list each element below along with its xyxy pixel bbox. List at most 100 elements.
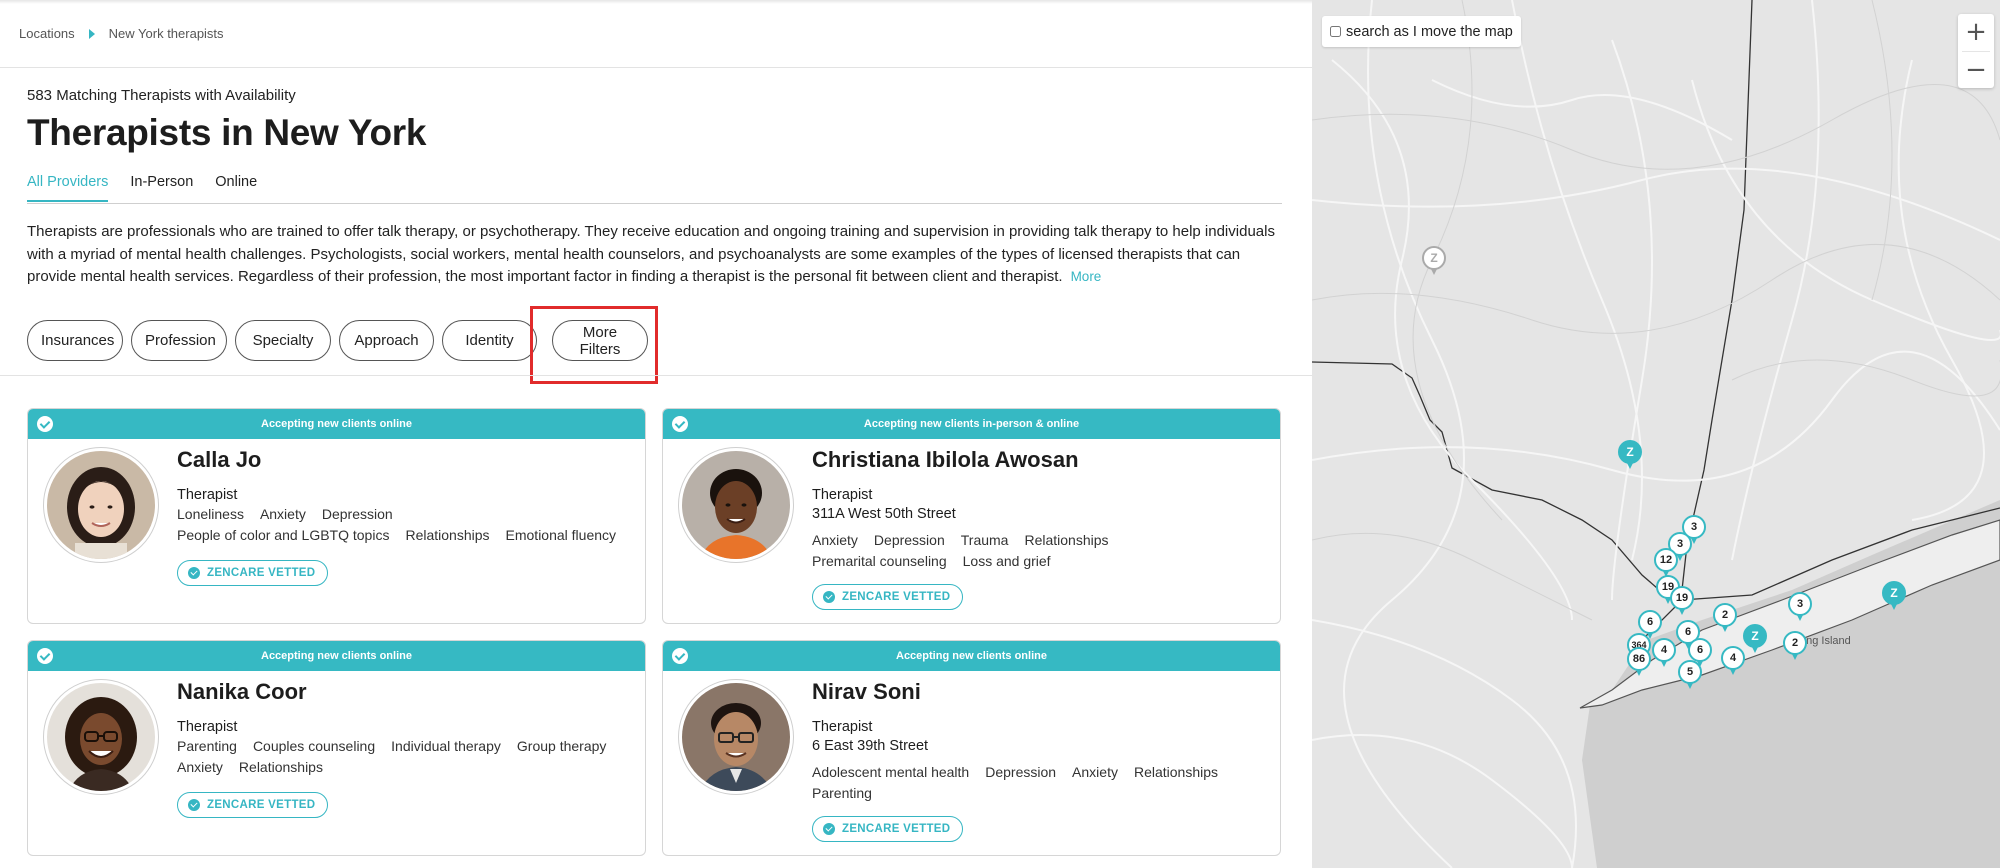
map[interactable]: ong Island search as I move the map + − … [1312,0,2000,868]
specialty-tags: Premarital counseling Loss and grief [812,552,1270,571]
map-marker[interactable]: 6 [1638,610,1662,639]
specialty-tags: Parenting [812,784,1270,803]
map-marker-zencare[interactable]: Z [1882,581,1906,610]
filter-profession-button[interactable]: Profession [131,320,227,361]
map-marker[interactable]: 4 [1721,646,1745,675]
tab-all-providers[interactable]: All Providers [27,174,109,202]
search-as-move-toggle[interactable]: search as I move the map [1322,16,1521,47]
availability-banner: Accepting new clients in-person & online [663,409,1280,439]
filter-specialty-button[interactable]: Specialty [235,320,331,361]
specialty-tags: Adolescent mental health Depression Anxiet… [812,763,1270,782]
divider [0,375,1312,376]
map-marker[interactable]: 6 [1688,638,1712,667]
tab-in-person[interactable]: In-Person [130,174,193,202]
tab-online[interactable]: Online [215,174,257,202]
breadcrumb-locations[interactable]: Locations [19,26,75,41]
page-title: Therapists in New York [27,112,427,153]
tag: Anxiety [812,532,858,548]
tag: Anxiety [259,506,306,522]
vetted-label: ZENCARE VETTED [842,823,951,836]
check-circle-icon [188,567,200,580]
tag: Premarital counseling [812,552,947,569]
tag: Relationships [1024,532,1109,548]
map-marker-zencare[interactable]: Z [1422,246,1446,275]
tag: Depression [321,506,393,522]
filter-insurances-button[interactable]: Insurances [27,320,123,361]
avatar [43,447,159,563]
map-marker[interactable]: 3 [1788,592,1812,621]
tag: Group therapy [516,738,607,754]
filter-identity-button[interactable]: Identity [442,320,537,361]
zoom-in-button[interactable]: + [1958,14,1994,51]
map-marker[interactable]: 12 [1654,548,1678,577]
tag: Relationships [1133,764,1219,780]
zoom-controls: + − [1958,14,1994,88]
provider-role: Therapist [177,719,238,735]
tag: Individual therapy [391,738,501,754]
provider-card-calla-jo[interactable]: Accepting new clients online Calla Jo Th… [27,408,646,624]
vetted-badge: ZENCARE VETTED [812,816,964,843]
check-circle-icon [823,591,835,604]
check-circle-icon [37,648,53,664]
results-count: 583 Matching Therapists with Availabilit… [27,87,296,104]
divider [0,67,1312,68]
avatar [43,679,159,795]
provider-role: Therapist [812,719,873,735]
availability-banner: Accepting new clients online [28,641,645,671]
availability-text: Accepting new clients online [896,650,1047,662]
results-panel: Locations New York therapists 583 Matchi… [0,0,1312,868]
provider-name[interactable]: Calla Jo [177,447,635,475]
specialty-tags: Anxiety Depression Trauma Relationships [812,531,1270,550]
map-marker[interactable]: 2 [1783,631,1807,660]
check-circle-icon [672,416,688,432]
provider-card-nanika-coor[interactable]: Accepting new clients online Nanika Coor… [27,640,646,856]
vetted-badge: ZENCARE VETTED [177,560,329,587]
zoom-out-button[interactable]: − [1958,52,1994,89]
tag: Depression [985,764,1057,780]
tabs-underline [27,203,1282,204]
map-marker[interactable]: 4 [1652,638,1676,667]
provider-name[interactable]: Nirav Soni [812,679,1270,707]
availability-text: Accepting new clients online [261,650,412,662]
availability-banner: Accepting new clients online [28,409,645,439]
vetted-label: ZENCARE VETTED [842,591,951,604]
tag: Parenting [812,784,872,801]
map-marker[interactable]: 19 [1670,586,1694,615]
specialty-tags: Parenting Couples counseling Individual th… [177,737,635,756]
provider-card-nirav-soni[interactable]: Accepting new clients online Nirav Soni … [662,640,1281,856]
tag: Parenting [177,738,237,754]
availability-banner: Accepting new clients online [663,641,1280,671]
tag: Relationships [238,758,323,775]
tag: Anxiety [1072,764,1118,780]
tag: People of color and LGBTQ topics [177,526,390,543]
provider-card-christiana-awosan[interactable]: Accepting new clients in-person & online… [662,408,1281,624]
map-marker[interactable]: 5 [1678,660,1702,689]
provider-name[interactable]: Nanika Coor [177,679,635,707]
tag: Trauma [960,532,1009,548]
availability-text: Accepting new clients in-person & online [863,418,1080,430]
provider-role: Therapist [812,487,873,503]
provider-address: 311A West 50th Street [812,506,956,522]
map-marker-zencare[interactable]: Z [1743,624,1767,653]
tag: Couples counseling [252,738,376,754]
breadcrumb-current[interactable]: New York therapists [109,26,224,41]
tag: Adolescent mental health [812,764,970,780]
tag: Loneliness [177,506,244,522]
map-canvas[interactable]: ong Island [1312,0,2000,868]
map-marker[interactable]: 2 [1713,603,1737,632]
map-marker[interactable]: 86 [1627,647,1651,676]
tag: Relationships [405,526,490,543]
more-link[interactable]: More [1071,269,1102,284]
provider-tabs: All Providers In-Person Online [27,174,257,202]
map-marker-zencare[interactable]: Z [1618,440,1642,469]
check-circle-icon [37,416,53,432]
specialty-tags: Loneliness Anxiety Depression [177,505,635,524]
search-as-move-checkbox[interactable] [1330,26,1341,37]
check-circle-icon [672,648,688,664]
provider-address: 6 East 39th Street [812,738,929,754]
tag: Anxiety [177,758,223,775]
provider-name[interactable]: Christiana Ibilola Awosan [812,447,1270,475]
tag: Loss and grief [962,552,1051,569]
filter-approach-button[interactable]: Approach [339,320,434,361]
description: Therapists are professionals who are tra… [27,221,1292,289]
